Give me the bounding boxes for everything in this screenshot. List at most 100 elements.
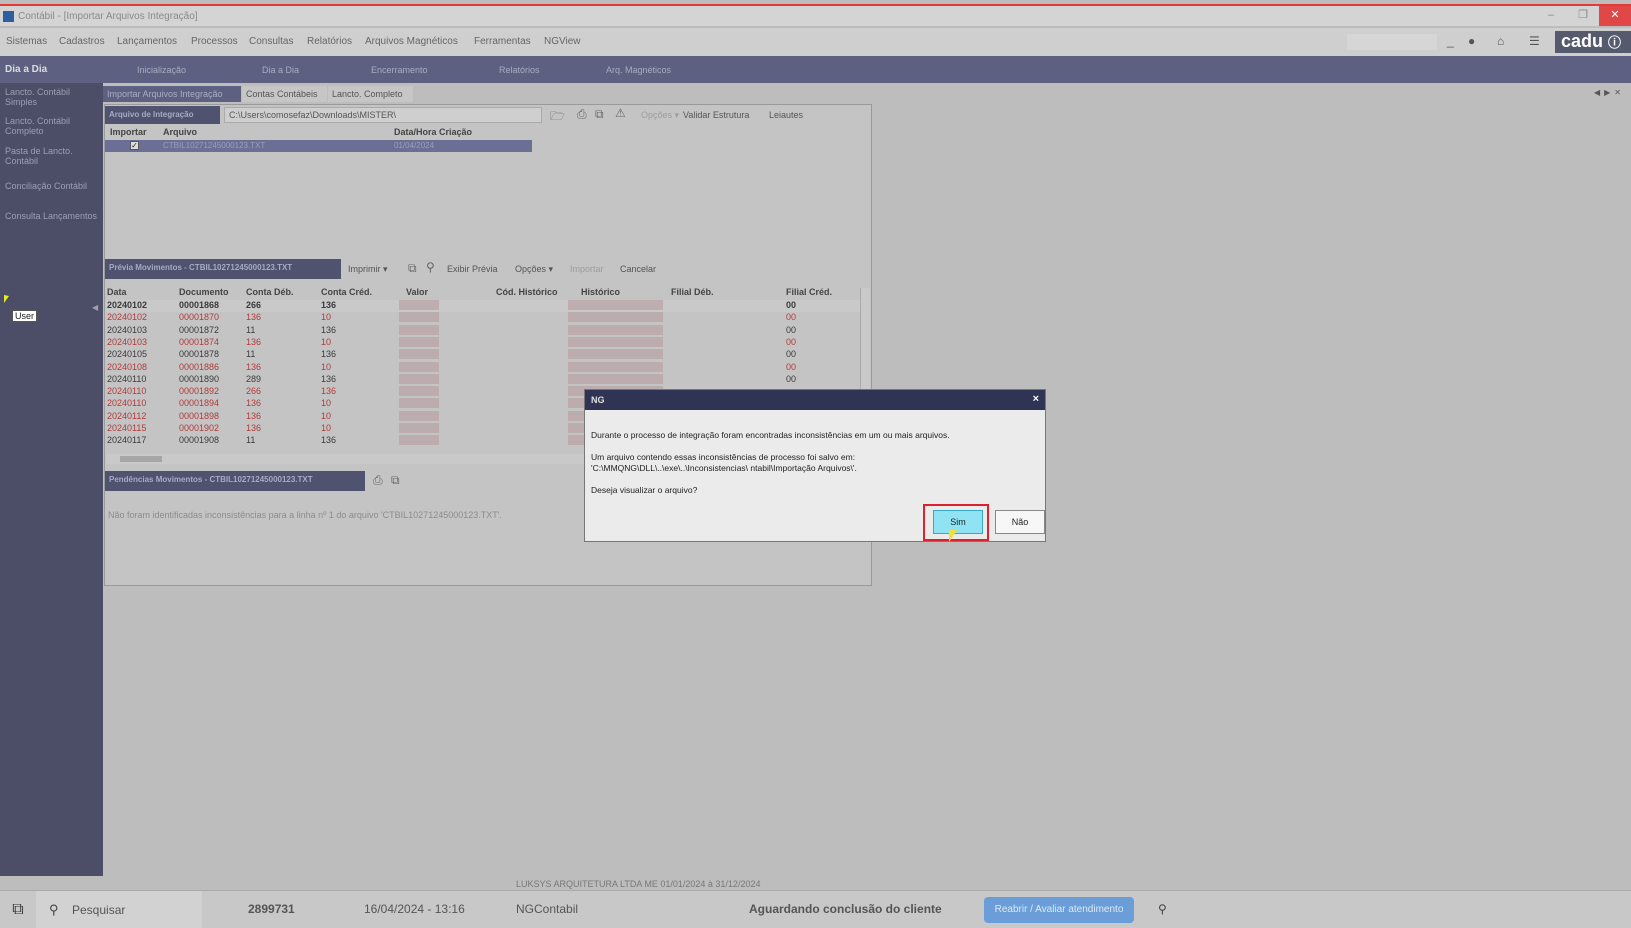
maximize-button[interactable]: ❐: [1567, 6, 1599, 26]
taskbar: ⧉ ⚲ Pesquisar 2899731 16/04/2024 - 13:16…: [0, 890, 1631, 928]
validar-estrutura-button[interactable]: Validar Estrutura: [683, 110, 749, 120]
opcoes-button-top[interactable]: Opções ▾: [641, 110, 679, 121]
ticket-number: 2899731: [248, 902, 295, 916]
user-icon[interactable]: ●: [1468, 34, 1475, 48]
col-documento: Documento: [179, 287, 229, 297]
cancelar-button[interactable]: Cancelar: [620, 264, 656, 274]
redacted-value: [399, 361, 439, 372]
nav-encerramento[interactable]: Encerramento: [371, 65, 428, 75]
sidebar-item-lancto-completo[interactable]: Lancto. Contábil Completo: [5, 116, 100, 136]
menu-relatorios[interactable]: Relatórios: [307, 36, 352, 47]
sidebar-item-lancto-simples[interactable]: Lancto. Contábil Simples: [5, 87, 100, 107]
sidebar-item-pasta-lancto[interactable]: Pasta de Lancto. Contábil: [5, 146, 100, 166]
reopen-evaluate-button[interactable]: Reabrir / Avaliar atendimento: [984, 897, 1134, 923]
cell-filial-cred: 00: [786, 349, 797, 360]
redacted-historico: [568, 324, 663, 335]
menu-arquivos-magneticos[interactable]: Arquivos Magnéticos: [365, 36, 458, 47]
exibir-previa-button[interactable]: Exibir Prévia: [447, 264, 498, 274]
menu-search-input[interactable]: [1347, 34, 1437, 50]
menu-cadastros[interactable]: Cadastros: [59, 36, 105, 47]
imprimir-button[interactable]: Imprimir ▾: [348, 264, 388, 275]
folder-open-icon[interactable]: 🗁: [550, 107, 565, 128]
cell-filial-cred: 00: [786, 312, 797, 323]
logo-text: cadu: [1561, 31, 1604, 51]
file-date: 01/04/2024: [394, 141, 435, 150]
redacted-historico: [568, 361, 663, 372]
search-icon[interactable]: ⚲: [426, 260, 435, 274]
redacted-value: [399, 324, 439, 335]
print-pending-icon[interactable]: ⎙: [373, 473, 383, 488]
nav-relatorios[interactable]: Relatórios: [499, 65, 540, 75]
col-conta-cred: Conta Créd.: [321, 287, 373, 297]
tab-contas-contabeis[interactable]: Contas Contábeis: [242, 86, 327, 102]
sidebar-collapse-icon[interactable]: ◀: [92, 303, 98, 312]
tab-importar-arquivos[interactable]: Importar Arquivos Integração: [103, 86, 241, 102]
export-icon[interactable]: ⧉: [595, 107, 604, 122]
table-row[interactable]: 20240102 00001870 136 10 00: [106, 312, 864, 324]
help-icon[interactable]: ⓘ: [1608, 35, 1621, 50]
minimize-tool-icon[interactable]: _: [1447, 34, 1454, 48]
menu-processos[interactable]: Processos: [191, 36, 238, 47]
cell-doc: 00001890: [179, 373, 220, 384]
menu-ngview[interactable]: NGView: [544, 36, 581, 47]
sidebar-header[interactable]: Dia a Dia: [0, 56, 103, 83]
redacted-value: [399, 410, 439, 421]
nav-inicializacao[interactable]: Inicialização: [137, 65, 186, 75]
cell-doc: 00001908: [179, 435, 220, 446]
integration-path-field[interactable]: C:\Users\comosefaz\Downloads\MISTER\: [224, 107, 542, 123]
taskbar-search[interactable]: ⚲ Pesquisar: [36, 891, 202, 928]
cell-data: 20240110: [107, 398, 147, 409]
cell-cred: 136: [321, 435, 337, 446]
redacted-value: [399, 373, 439, 384]
cell-deb: 11: [246, 324, 256, 335]
table-row[interactable]: 20240110 00001890 289 136 00: [106, 373, 864, 386]
export-preview-icon[interactable]: ⧉: [408, 261, 417, 276]
dialog-message-1: Durante o processo de integração foram e…: [591, 430, 950, 440]
menu-list-icon[interactable]: ☰: [1529, 34, 1540, 48]
menu-ferramentas[interactable]: Ferramentas: [474, 36, 531, 47]
opcoes-button[interactable]: Opções ▾: [515, 264, 553, 275]
ticket-state: Aguardando conclusão do cliente: [749, 902, 942, 916]
cell-cred: 10: [321, 312, 332, 323]
tab-lancto-completo[interactable]: Lancto. Completo: [328, 86, 413, 102]
cell-doc: 00001870: [179, 312, 220, 323]
close-window-button[interactable]: ✕: [1599, 6, 1631, 26]
nav-arq-magneticos[interactable]: Arq. Magnéticos: [606, 65, 671, 75]
minimize-button[interactable]: –: [1535, 6, 1567, 26]
menu-sistemas[interactable]: Sistemas: [6, 36, 47, 47]
col-conta-deb: Conta Déb.: [246, 287, 294, 297]
export-pending-icon[interactable]: ⧉: [391, 473, 400, 488]
cell-cred: 10: [321, 398, 332, 409]
table-row[interactable]: 20240108 00001886 136 10 00: [106, 361, 864, 374]
dialog-close-icon[interactable]: ×: [1033, 393, 1039, 405]
no-button[interactable]: Não: [995, 510, 1045, 534]
import-checkbox[interactable]: ✓: [130, 141, 139, 150]
table-row[interactable]: 20240103 00001872 11 136 00: [106, 324, 864, 337]
file-row[interactable]: ✓ CTBIL10271245000123.TXT 01/04/2024: [105, 140, 532, 152]
menu-consultas[interactable]: Consultas: [249, 36, 293, 47]
print-icon[interactable]: ⎙: [577, 107, 587, 122]
warning-icon[interactable]: ⚠: [615, 106, 626, 120]
sidebar-item-conciliacao[interactable]: Conciliação Contábil: [5, 181, 100, 191]
cell-deb: 11: [246, 435, 256, 446]
col-filial-cred: Filial Créd.: [786, 287, 833, 297]
menu-lancamentos[interactable]: Lançamentos: [117, 36, 177, 47]
importar-button[interactable]: Importar: [570, 264, 604, 274]
scroll-thumb[interactable]: [120, 456, 162, 462]
pointer-cursor-icon: [949, 530, 957, 542]
home-icon[interactable]: ⌂: [1497, 34, 1504, 48]
tab-scroll-icon[interactable]: ◀▶✕: [1594, 88, 1625, 97]
table-row[interactable]: 20240103 00001874 136 10 00: [106, 336, 864, 349]
cell-data: 20240105: [107, 349, 148, 360]
table-row[interactable]: 20240105 00001878 11 136 00: [106, 349, 864, 361]
window-title: Contábil - [Importar Arquivos Integração…: [18, 11, 198, 22]
leiautes-button[interactable]: Leiautes: [769, 110, 803, 120]
col-data-hora: Data/Hora Criação: [394, 127, 473, 137]
pending-message: Não foram identificadas inconsistências …: [108, 510, 502, 520]
windows-start-icon[interactable]: ⧉: [0, 891, 36, 928]
yes-button[interactable]: Sim: [933, 510, 983, 534]
nav-dia-a-dia[interactable]: Dia a Dia: [262, 65, 299, 75]
sidebar-item-consulta-lancamentos[interactable]: Consulta Lançamentos: [5, 211, 100, 221]
table-row[interactable]: 20240102 00001868 266 136 00: [106, 300, 864, 312]
zoom-icon[interactable]: ⚲: [1158, 902, 1167, 916]
